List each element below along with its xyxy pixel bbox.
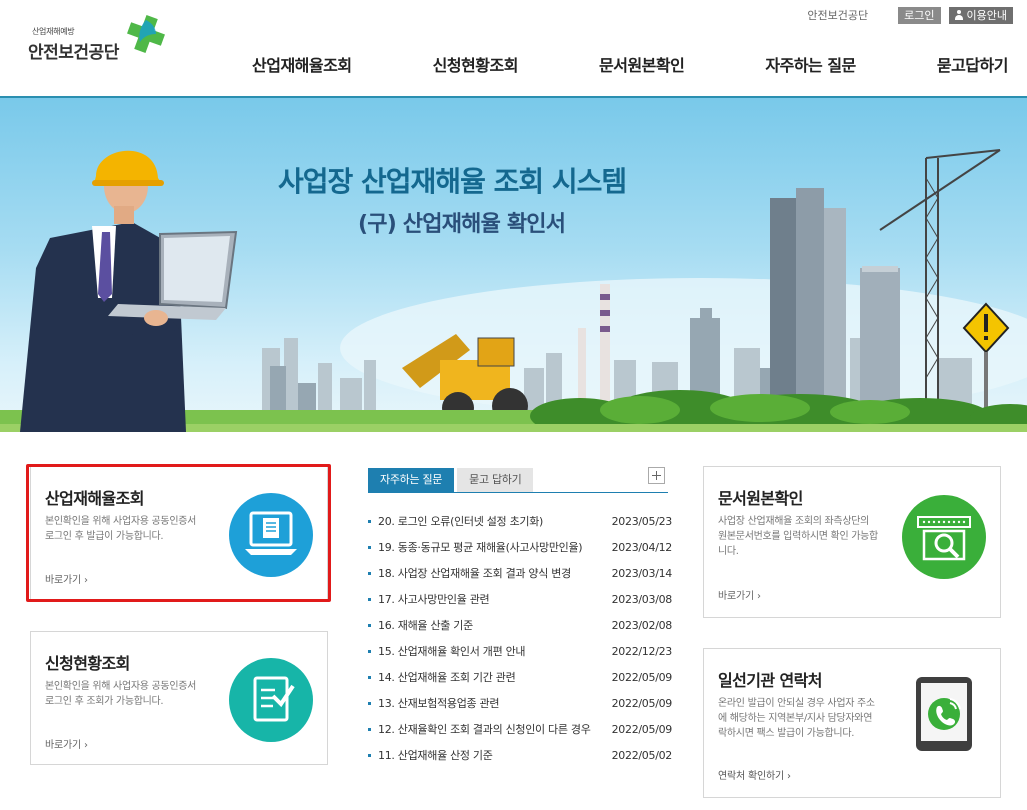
faq-item[interactable]: 19. 동종·동규모 평균 재해율(사고사망만인율) 2023/04/12 (368, 534, 672, 560)
faq-item-date: 2022/05/09 (611, 722, 673, 736)
faq-item[interactable]: 15. 산업재해율 확인서 개편 안내 2022/12/23 (368, 638, 672, 664)
faq-item-date: 2023/03/14 (611, 566, 673, 580)
tab-faq[interactable]: 자주하는 질문 (368, 468, 455, 492)
site-logo[interactable]: 산업재해예방 안전보건공단 (28, 14, 178, 66)
nav-qna[interactable]: 묻고답하기 (925, 52, 1020, 76)
bullet-icon (368, 597, 371, 601)
faq-item-date: 2023/04/12 (611, 540, 673, 554)
faq-item-title[interactable]: 17. 사고사망만인율 관련 (378, 591, 612, 607)
nav-status-lookup[interactable]: 신청현황조회 (421, 52, 530, 76)
faq-item-date: 2022/05/09 (611, 670, 673, 684)
nav-doc-check[interactable]: 문서원본확인 (587, 52, 696, 76)
faq-item-date: 2022/05/02 (611, 748, 673, 762)
faq-item[interactable]: 12. 산재율확인 조회 결과의 신청인이 다른 경우 2022/05/09 (368, 716, 672, 742)
faq-list: 20. 로그인 오류(인터넷 설정 초기화) 2023/05/23 19. 동종·… (368, 508, 672, 768)
card-doc-check-desc: 사업장 산업재해율 조회의 좌측상단의 원본문서번호를 입력하시면 확인 가능합… (718, 514, 878, 559)
faq-item-title[interactable]: 14. 산업재해율 조회 기간 관련 (378, 669, 612, 685)
nav-faq[interactable]: 자주하는 질문 (753, 52, 867, 76)
bullet-icon (368, 623, 371, 627)
tab-divider (368, 492, 668, 493)
hero-banner: 사업장 산업재해율 조회 시스템 (구) 산업재해율 확인서 (0, 98, 1027, 432)
faq-item-title[interactable]: 11. 산업재해율 산정 기준 (378, 747, 612, 763)
bullet-icon (368, 675, 371, 679)
site-header: 산업재해예방 안전보건공단 안전보건공단 로그인 이용안내 산업재해율조회 신청… (0, 0, 1027, 98)
bullet-icon (368, 571, 371, 575)
faq-item-date: 2023/05/23 (611, 514, 673, 528)
faq-item[interactable]: 18. 사업장 산업재해율 조회 결과 양식 변경 2023/03/14 (368, 560, 672, 586)
faq-item[interactable]: 14. 산업재해율 조회 기간 관련 2022/05/09 (368, 664, 672, 690)
faq-item-title[interactable]: 16. 재해율 산출 기준 (378, 617, 612, 633)
logo-text: 안전보건공단 (28, 43, 119, 63)
guide-label: 이용안내 (966, 8, 1007, 22)
utility-bar: 안전보건공단 로그인 이용안내 (807, 6, 1013, 24)
desc-line: 사업장 산업재해율 조회의 좌측상단의 (718, 516, 870, 527)
faq-item-date: 2023/02/08 (611, 618, 673, 632)
selection-highlight (26, 464, 331, 602)
faq-item[interactable]: 11. 산업재해율 산정 기준 2022/05/02 (368, 742, 672, 768)
desc-line: 온라인 발급이 안되실 경우 사업자 주소 (718, 698, 875, 709)
desc-line: 로그인 후 조회가 가능합니다. (45, 696, 164, 707)
faq-item-title[interactable]: 19. 동종·동규모 평균 재해율(사고사망만인율) (378, 539, 612, 555)
faq-tabs: 자주하는 질문 묻고 답하기 (368, 468, 534, 492)
faq-item-title[interactable]: 13. 산재보험적용업종 관련 (378, 695, 612, 711)
card-contact-link[interactable]: 연락처 확인하기 › (718, 767, 791, 782)
hero-illustration (0, 149, 1027, 432)
login-button[interactable]: 로그인 (898, 6, 941, 24)
card-status-lookup-link[interactable]: 바로가기 › (45, 736, 88, 751)
card-status-lookup-desc: 본인확인을 위해 사업자용 공동인증서 로그인 후 조회가 가능합니다. (45, 679, 196, 709)
bullet-icon (368, 649, 371, 653)
desc-line: 니다. (718, 546, 739, 557)
faq-item-date: 2023/03/08 (611, 592, 673, 606)
card-status-lookup-title: 신청현황조회 (45, 654, 130, 673)
tab-qna[interactable]: 묻고 답하기 (457, 468, 534, 492)
businessman-illustration (20, 150, 238, 432)
card-doc-check[interactable]: 문서원본확인 사업장 산업재해율 조회의 좌측상단의 원본문서번호를 입력하시면… (703, 466, 1001, 618)
logo-cross-icon (127, 15, 165, 53)
card-doc-check-link[interactable]: 바로가기 › (718, 587, 761, 602)
checklist-icon (229, 658, 313, 742)
util-org-link[interactable]: 안전보건공단 (807, 7, 868, 23)
faq-item[interactable]: 16. 재해율 산출 기준 2023/02/08 (368, 612, 672, 638)
bullet-icon (368, 753, 371, 757)
desc-line: 에 해당하는 지역본부/지사 담당자와연 (718, 713, 873, 724)
faq-item-date: 2022/12/23 (611, 644, 673, 658)
desc-line: 본인확인을 위해 사업자용 공동인증서 (45, 681, 197, 692)
card-doc-check-title: 문서원본확인 (718, 489, 803, 508)
nav-rate-lookup[interactable]: 산업재해율조회 (240, 52, 364, 76)
logo-tagline: 산업재해예방 (32, 27, 75, 36)
card-contact-desc: 온라인 발급이 안되실 경우 사업자 주소 에 해당하는 지역본부/지사 담당자… (718, 696, 875, 741)
person-icon (954, 10, 963, 20)
card-contact[interactable]: 일선기관 연락처 온라인 발급이 안되실 경우 사업자 주소 에 해당하는 지역… (703, 648, 1001, 798)
faq-item-title[interactable]: 18. 사업장 산업재해율 조회 결과 양식 변경 (378, 565, 612, 581)
main-nav: 산업재해율조회 신청현황조회 문서원본확인 자주하는 질문 묻고답하기 (240, 52, 1020, 76)
bullet-icon (368, 519, 371, 523)
hero-subtitle: (구) 산업재해율 확인서 (358, 212, 566, 237)
document-search-icon (902, 495, 986, 579)
bullet-icon (368, 545, 371, 549)
desc-line: 락하시면 팩스 발급이 가능합니다. (718, 728, 855, 739)
faq-item-title[interactable]: 20. 로그인 오류(인터넷 설정 초기화) (378, 513, 612, 529)
card-contact-title: 일선기관 연락처 (718, 671, 822, 690)
faq-item[interactable]: 17. 사고사망만인율 관련 2023/03/08 (368, 586, 672, 612)
faq-item-date: 2022/05/09 (611, 696, 673, 710)
faq-item[interactable]: 20. 로그인 오류(인터넷 설정 초기화) 2023/05/23 (368, 508, 672, 534)
faq-item-title[interactable]: 15. 산업재해율 확인서 개편 안내 (378, 643, 612, 659)
faq-item-title[interactable]: 12. 산재율확인 조회 결과의 신청인이 다른 경우 (378, 721, 612, 737)
bullet-icon (368, 701, 371, 705)
card-status-lookup[interactable]: 신청현황조회 본인확인을 위해 사업자용 공동인증서 로그인 후 조회가 가능합… (30, 631, 328, 765)
hero-title: 사업장 산업재해율 조회 시스템 (278, 165, 627, 198)
guide-button[interactable]: 이용안내 (948, 6, 1013, 24)
bullet-icon (368, 727, 371, 731)
phone-call-icon (916, 677, 972, 751)
more-plus-icon[interactable] (648, 467, 665, 484)
faq-item[interactable]: 13. 산재보험적용업종 관련 2022/05/09 (368, 690, 672, 716)
desc-line: 원본문서번호를 입력하시면 확인 가능합 (718, 531, 878, 542)
